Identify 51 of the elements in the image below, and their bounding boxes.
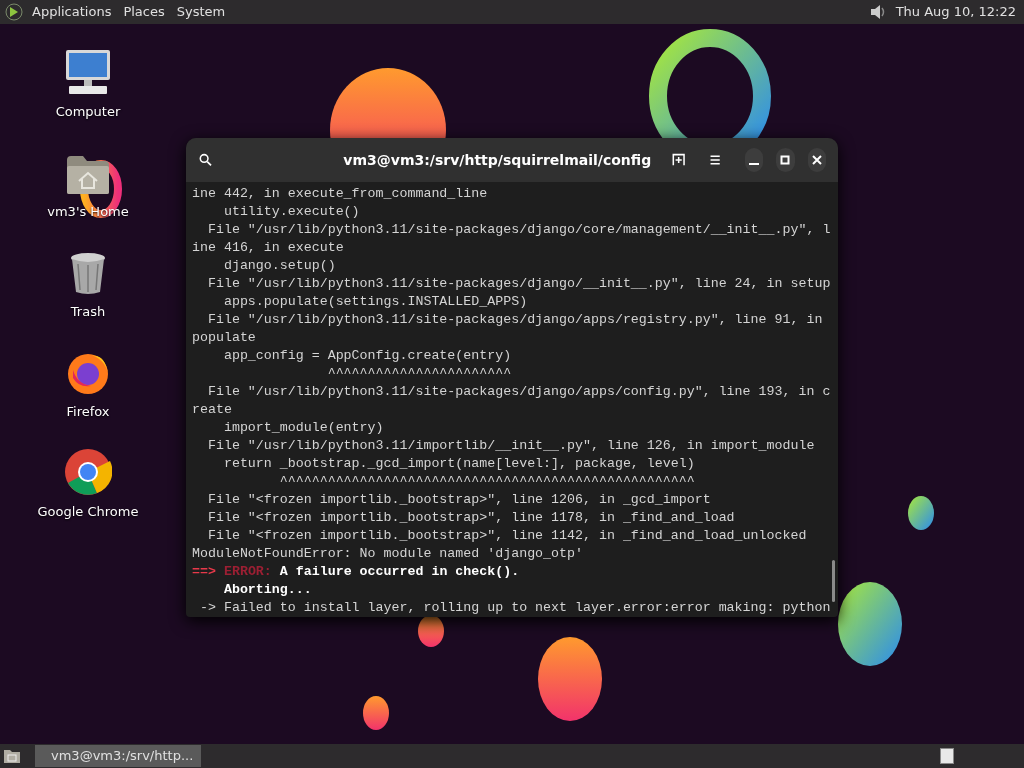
terminal-line: File "/usr/lib/python3.11/importlib/__init__.py", line 126, in import_module bbox=[206, 437, 816, 455]
terminal-line: Aborting... bbox=[222, 581, 313, 599]
terminal-line: File "<frozen importlib._bootstrap>", line 1206, in _gcd_import bbox=[206, 491, 712, 509]
terminal-line: File "<frozen importlib._bootstrap>", line 1178, in _find_and_load bbox=[206, 509, 736, 527]
scrollbar[interactable] bbox=[832, 560, 835, 602]
desktop-icon-label[interactable]: Trash bbox=[70, 302, 106, 322]
close-icon bbox=[811, 155, 822, 165]
terminal-line: ^^^^^^^^^^^^^^^^^^^^^^^ bbox=[326, 365, 513, 383]
panel-menu[interactable]: System bbox=[176, 2, 226, 22]
terminal-line: import_module(entry) bbox=[222, 419, 385, 437]
desktop-icon-label[interactable]: Computer bbox=[55, 102, 121, 122]
workspace-switcher[interactable] bbox=[940, 748, 954, 764]
terminal-line: File "/usr/lib/python3.11/site-packages/django/__init__.py", line 24, in setup bbox=[206, 275, 832, 293]
terminal-line: ine 416, in execute bbox=[192, 239, 345, 257]
maximize-icon bbox=[780, 155, 791, 165]
panel-clock[interactable]: Thu Aug 10, 12:22 bbox=[895, 2, 1016, 22]
terminal-line: utility.execute() bbox=[222, 203, 361, 221]
terminal-line: ine 442, in execute_from_command_line bbox=[192, 185, 489, 203]
terminal-line: app_config = AppConfig.create(entry) bbox=[222, 347, 513, 365]
panel-menu[interactable]: Places bbox=[123, 2, 165, 22]
terminal-line: django.setup() bbox=[222, 257, 337, 275]
maximize-button[interactable] bbox=[776, 148, 795, 172]
desktop-icon-label[interactable]: Google Chrome bbox=[37, 502, 139, 522]
error-prompt: ==> bbox=[192, 563, 216, 581]
terminal-line: ^^^^^^^^^^^^^^^^^^^^^^^^^^^^^^^^^^^^^^^^^^^^^^^^^^^^ bbox=[278, 473, 696, 491]
terminal-line: return _bootstrap._gcd_import(name[level:], package, level) bbox=[222, 455, 696, 473]
show-desktop-icon[interactable] bbox=[2, 747, 22, 765]
close-button[interactable] bbox=[807, 148, 826, 172]
minimize-button[interactable] bbox=[744, 148, 764, 172]
home-folder-icon bbox=[65, 154, 111, 196]
monitor-icon bbox=[63, 48, 113, 96]
error-message: A failure occurred in check(). bbox=[279, 563, 520, 581]
trash-can-icon bbox=[68, 252, 108, 296]
desktop-icon-label[interactable]: Firefox bbox=[66, 402, 110, 422]
terminal-line: File "/usr/lib/python3.11/site-packages/django/apps/config.py", line 193, in c bbox=[206, 383, 832, 401]
taskbar-window-button[interactable]: vm3@vm3:/srv/http... bbox=[35, 745, 201, 767]
round-browser-icon bbox=[64, 448, 112, 496]
minimize-icon bbox=[749, 163, 759, 165]
window-title: vm3@vm3:/srv/http/squirrelmail/config bbox=[342, 150, 652, 170]
error-label: ERROR: bbox=[223, 563, 272, 581]
menu-icon[interactable] bbox=[708, 152, 721, 168]
terminal-line: populate bbox=[192, 329, 257, 347]
panel-menu[interactable]: Applications bbox=[32, 2, 112, 22]
terminal-line: apps.populate(settings.INSTALLED_APPS) bbox=[222, 293, 529, 311]
terminal-line: reate bbox=[192, 401, 233, 419]
terminal-line: File "<frozen importlib._bootstrap>", line 1142, in _find_and_load_unlocked bbox=[206, 527, 808, 545]
app-menu-logo-icon[interactable] bbox=[4, 2, 24, 22]
terminal-line: ModuleNotFoundError: No module named 'django_otp' bbox=[192, 545, 584, 563]
terminal-line: -> Failed to install layer, rolling up to next layer.error:error making: python bbox=[198, 599, 832, 617]
terminal-line: File "/usr/lib/python3.11/site-packages/django/apps/registry.py", line 91, in bbox=[206, 311, 824, 329]
terminal-line: File "/usr/lib/python3.11/site-packages/django/core/management/__init__.py", l bbox=[206, 221, 832, 239]
